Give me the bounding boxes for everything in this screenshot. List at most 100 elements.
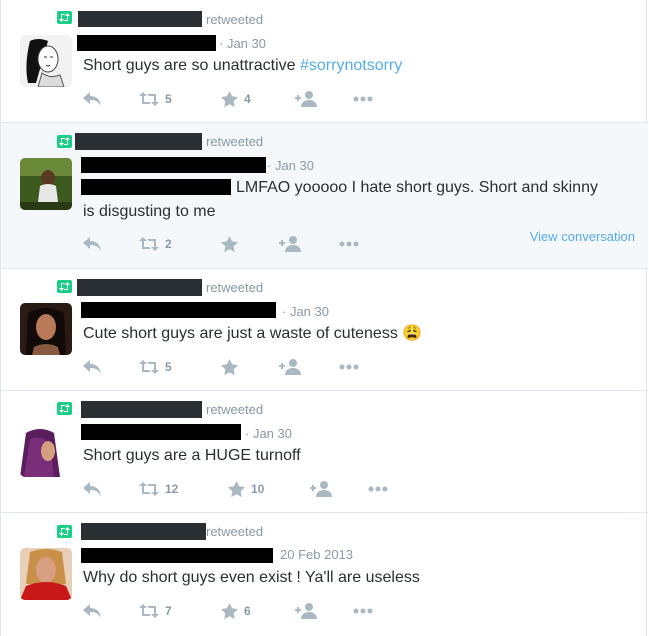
author-name-redacted[interactable] — [81, 302, 276, 318]
reply-icon — [83, 360, 101, 374]
retweeter-name-redacted[interactable] — [78, 11, 202, 27]
author-handle-redacted[interactable] — [81, 179, 231, 195]
favorite-button[interactable]: 6 — [221, 601, 251, 621]
favorite-count: 4 — [244, 92, 251, 106]
more-icon — [353, 608, 373, 614]
retweet-badge-icon — [57, 525, 72, 538]
retweet-icon — [139, 482, 159, 496]
tweet-text: Why do short guys even exist ! Ya'll are… — [83, 569, 420, 586]
retweet-icon — [139, 604, 159, 618]
favorite-button[interactable] — [221, 234, 238, 254]
avatar[interactable] — [20, 425, 72, 477]
follow-button[interactable] — [310, 479, 332, 499]
hashtag-link[interactable]: #sorrynotsorry — [300, 57, 402, 74]
favorite-button[interactable] — [221, 357, 238, 377]
retweet-count: 5 — [165, 360, 172, 374]
follow-icon — [279, 359, 301, 375]
tweet[interactable]: retweeted · Jan 30 Cute short guys are j… — [1, 269, 648, 391]
more-button[interactable] — [339, 357, 359, 377]
retweet-icon — [139, 237, 159, 251]
author-name-redacted[interactable] — [81, 548, 273, 563]
avatar[interactable] — [20, 548, 72, 600]
follow-icon — [295, 603, 317, 619]
retweeter-name-redacted[interactable] — [81, 523, 206, 540]
follow-button[interactable] — [279, 357, 301, 377]
reply-icon — [83, 237, 101, 251]
reply-icon — [83, 92, 101, 106]
reply-icon — [83, 604, 101, 618]
reply-button[interactable] — [83, 89, 101, 109]
more-icon — [339, 364, 359, 370]
retweet-count: 7 — [165, 604, 172, 618]
retweet-button[interactable]: 2 — [139, 234, 172, 254]
reply-button[interactable] — [83, 601, 101, 621]
more-button[interactable] — [353, 89, 373, 109]
author-name-redacted[interactable] — [81, 157, 266, 173]
follow-button[interactable] — [295, 89, 317, 109]
timeline: retweeted · Jan 30 Short guys are so una… — [0, 0, 648, 636]
retweeted-label: retweeted — [206, 280, 264, 295]
retweet-count: 12 — [165, 482, 179, 496]
view-conversation-link[interactable]: View conversation — [530, 229, 635, 244]
tweet-date[interactable]: · Jan 30 — [245, 426, 292, 441]
tweet-actions: 2 — [83, 234, 383, 254]
star-icon — [221, 603, 238, 619]
favorite-button[interactable]: 10 — [228, 479, 264, 499]
retweet-icon — [139, 92, 159, 106]
follow-icon — [279, 236, 301, 252]
avatar[interactable] — [20, 303, 72, 355]
tweet-text: Cute short guys are just a waste of cute… — [83, 325, 423, 342]
retweet-button[interactable]: 7 — [139, 601, 172, 621]
tweet[interactable]: retweeted · Jan 30 Short guys are so una… — [1, 0, 648, 123]
tweet-date[interactable]: · Jan 30 — [219, 36, 266, 51]
retweeted-label: retweeted — [206, 402, 264, 417]
more-button[interactable] — [339, 234, 359, 254]
retweeter-name-redacted[interactable] — [81, 401, 202, 418]
retweet-button[interactable]: 5 — [139, 357, 172, 377]
follow-button[interactable] — [295, 601, 317, 621]
star-icon — [221, 91, 238, 107]
more-icon — [368, 486, 388, 492]
tweet-actions: 7 6 — [83, 601, 383, 621]
more-button[interactable] — [368, 479, 388, 499]
more-icon — [353, 96, 373, 102]
retweeter-name-redacted[interactable] — [75, 133, 202, 150]
retweeted-label: retweeted — [206, 134, 264, 149]
reply-button[interactable] — [83, 479, 101, 499]
tweet-text: LMFAO yooooo I hate short guys. Short an… — [236, 179, 598, 196]
retweet-badge-icon — [57, 135, 72, 148]
retweet-badge-icon — [57, 11, 72, 24]
reply-button[interactable] — [83, 234, 101, 254]
author-name-redacted[interactable] — [81, 424, 241, 440]
tweet[interactable]: retweeted · Jan 30 LMFAO yooooo I hate s… — [1, 123, 648, 269]
tweet-text-body: Short guys are so unattractive — [83, 57, 300, 74]
tweet-date[interactable]: · Jan 30 — [267, 158, 314, 173]
follow-button[interactable] — [279, 234, 301, 254]
more-button[interactable] — [353, 601, 373, 621]
reply-button[interactable] — [83, 357, 101, 377]
retweet-button[interactable]: 12 — [139, 479, 178, 499]
tweet[interactable]: retweeted · Jan 30 Short guys are a HUGE… — [1, 391, 648, 513]
avatar[interactable] — [20, 158, 72, 210]
retweeter-name-redacted[interactable] — [77, 279, 202, 296]
tweet-actions: 12 10 — [83, 479, 403, 499]
retweet-count: 5 — [165, 92, 172, 106]
tweet-text: Short guys are so unattractive #sorrynot… — [83, 54, 638, 77]
retweet-badge-icon — [57, 402, 72, 415]
retweeted-label: retweeted — [206, 12, 264, 27]
tweet-text-line2: is disgusting to me — [83, 203, 216, 220]
tweet-actions: 5 — [83, 357, 383, 377]
tweet-date[interactable]: 20 Feb 2013 — [280, 547, 353, 562]
follow-icon — [295, 91, 317, 107]
retweet-badge-icon — [57, 280, 72, 293]
star-icon — [228, 481, 245, 497]
tweet[interactable]: retweeted 20 Feb 2013 Why do short guys … — [1, 513, 648, 636]
star-icon — [221, 236, 238, 252]
retweet-button[interactable]: 5 — [139, 89, 172, 109]
favorite-button[interactable]: 4 — [221, 89, 251, 109]
retweeted-label: retweeted — [206, 524, 264, 539]
tweet-date[interactable]: · Jan 30 — [282, 304, 329, 319]
retweet-icon — [139, 360, 159, 374]
author-name-redacted[interactable] — [77, 35, 216, 51]
avatar[interactable] — [20, 35, 72, 87]
